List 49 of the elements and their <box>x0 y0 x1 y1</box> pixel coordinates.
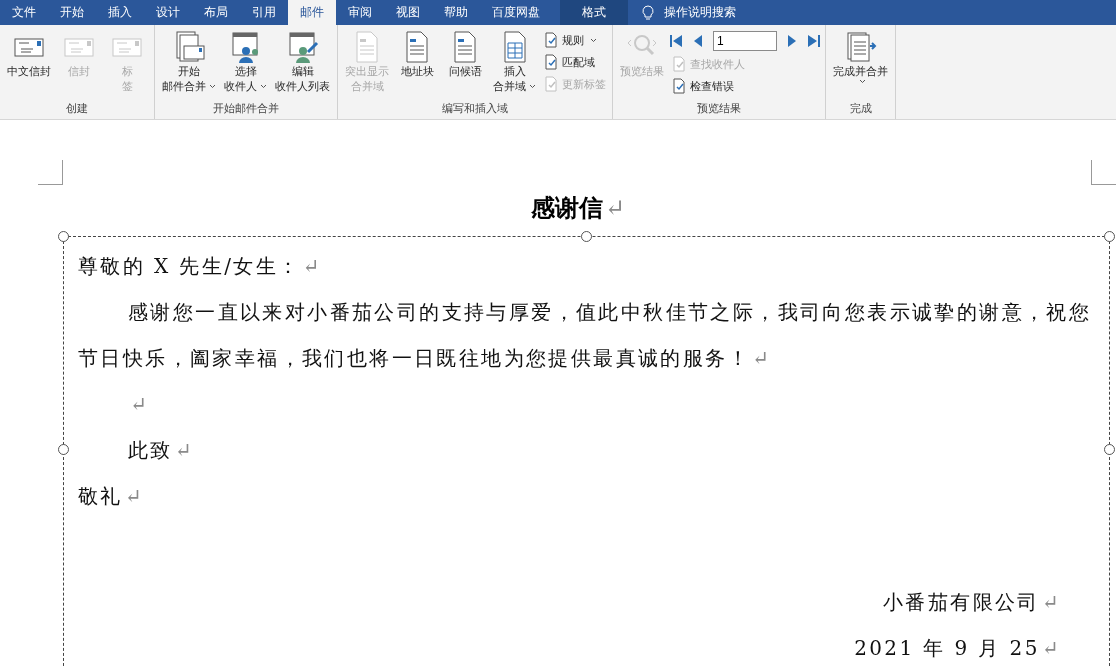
group-label: 编写和插入域 <box>441 101 509 117</box>
document-title: 感谢信↵ <box>529 192 626 224</box>
group-label: 创建 <box>65 101 89 117</box>
record-number-field[interactable]: 1 <box>713 31 777 51</box>
ribbon-tab[interactable]: 视图 <box>384 0 432 25</box>
ribbon-tab[interactable]: 文件 <box>0 0 48 25</box>
ribbon-tab[interactable]: 引用 <box>240 0 288 25</box>
first-record-icon[interactable] <box>669 34 683 48</box>
resize-handle[interactable] <box>581 231 592 242</box>
paragraph: 小番茄有限公司↵ <box>882 589 1062 616</box>
ribbon-tab[interactable]: 审阅 <box>336 0 384 25</box>
ribbon-small-button[interactable]: 规则 <box>541 30 608 50</box>
ribbon-tab[interactable]: 开始 <box>48 0 96 25</box>
check-document-icon <box>671 78 687 94</box>
resize-handle[interactable] <box>58 444 69 455</box>
ribbon-tab[interactable]: 邮件 <box>288 0 336 25</box>
paragraph: 敬礼↵ <box>78 483 145 510</box>
paragraph: 尊敬的 X 先生/女生：↵ <box>78 253 323 280</box>
resize-handle[interactable] <box>1104 231 1115 242</box>
ribbon-tab[interactable]: 格式 <box>560 0 628 25</box>
paragraph: 感谢您一直以来对小番茄公司的支持与厚爱，值此中秋佳节之际，我司向您表示诚挚的谢意，祝您节日快乐，阖家幸福，我们也将一日既往地为您提供最真诚的服务！↵ <box>78 299 1093 372</box>
group-label: 开始邮件合并 <box>212 101 280 117</box>
group-label: 预览结果 <box>696 101 742 117</box>
ribbon-button[interactable]: 开始 邮件合并 <box>159 28 219 101</box>
ribbon-tab[interactable]: 布局 <box>192 0 240 25</box>
ribbon-tab[interactable]: 插入 <box>96 0 144 25</box>
paragraph: 此致↵ <box>127 437 195 464</box>
resize-handle[interactable] <box>1104 444 1115 455</box>
ribbon-button[interactable]: 编辑 收件人列表 <box>272 28 333 101</box>
resize-handle[interactable] <box>58 231 69 242</box>
ribbon-button[interactable]: 问候语 <box>442 28 488 101</box>
page-corner-mark <box>38 160 63 185</box>
paragraph: 2021 年 9 月 25↵ <box>853 635 1062 662</box>
lightbulb-icon[interactable] <box>642 4 654 21</box>
ribbon-tab[interactable]: 设计 <box>144 0 192 25</box>
ribbon-small-button[interactable]: 检查错误 <box>669 76 821 96</box>
ribbon-button[interactable]: 选择 收件人 <box>221 28 270 101</box>
ribbon-small-button[interactable]: 匹配域 <box>541 52 608 72</box>
group-label: 完成 <box>848 101 873 117</box>
ribbon-tab[interactable]: 百度网盘 <box>480 0 552 25</box>
page-corner-mark <box>1091 160 1116 185</box>
ribbon-button[interactable]: 完成并合并 <box>830 28 891 101</box>
ribbon-button[interactable]: 插入 合并域 <box>490 28 539 101</box>
ribbon-button[interactable]: 地址块 <box>394 28 440 101</box>
paragraph: ↵ <box>129 391 151 418</box>
ribbon-tab[interactable]: 帮助 <box>432 0 480 25</box>
last-record-icon[interactable] <box>807 34 821 48</box>
tell-me-search[interactable]: 操作说明搜索 <box>664 4 736 21</box>
ribbon-button[interactable]: 中文信封 <box>4 28 54 101</box>
